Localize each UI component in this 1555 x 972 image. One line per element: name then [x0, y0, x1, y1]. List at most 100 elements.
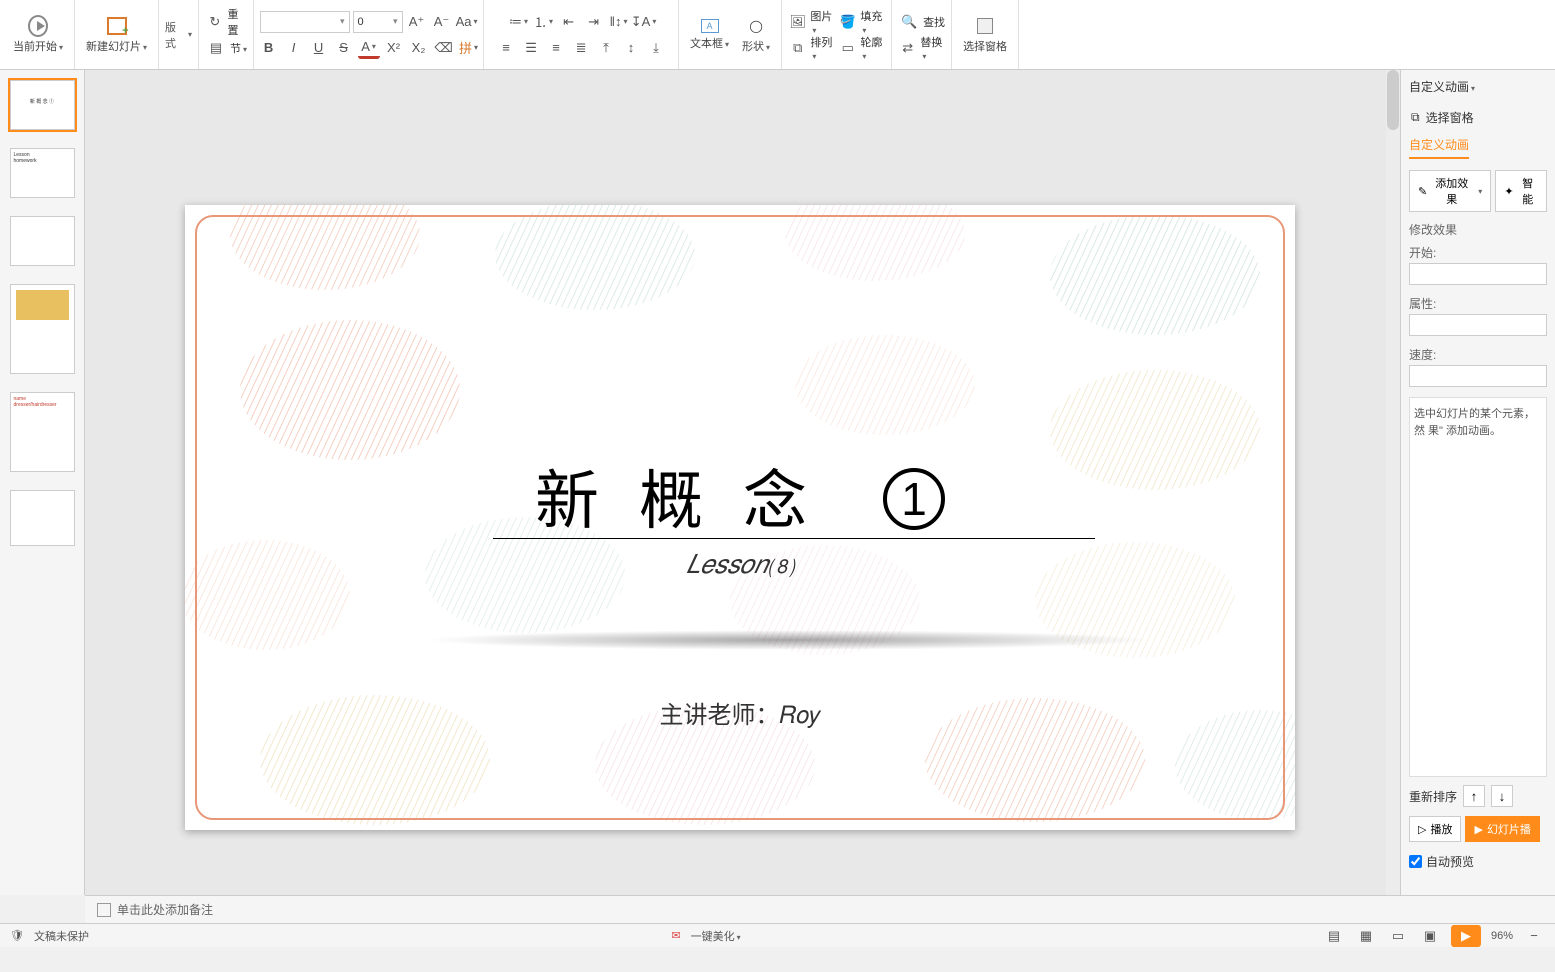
lesson-subtitle[interactable]: 𝐿𝑒𝑠𝑠𝑜𝑛⑻ [686, 550, 795, 581]
teacher-credit[interactable]: 主讲老师：𝑅𝑜𝑦 [659, 695, 820, 730]
phonetic-button[interactable]: 拼 [458, 37, 480, 59]
animation-hint-text: 选中幻灯片的某个元素，然 果" 添加动画。 [1409, 397, 1547, 777]
new-slide-button[interactable]: 新建幻灯片 [81, 13, 152, 57]
text-direction-button[interactable]: ↧A [633, 11, 655, 33]
notes-icon [97, 903, 111, 917]
shapes-button[interactable]: ◯ 形状 [737, 13, 775, 57]
play-icon: ▷ [1418, 823, 1426, 836]
reorder-label: 重新排序 [1409, 788, 1457, 805]
shapes-icon: ◯ [746, 16, 766, 36]
animation-speed-select[interactable] [1409, 365, 1547, 387]
clear-format-button[interactable]: ⌫ [433, 37, 455, 59]
slide-thumbnails-panel[interactable]: 新 概 念 ① Lessonhomework namedresser/haird… [0, 70, 85, 895]
slide-thumbnail[interactable] [10, 284, 75, 374]
slideshow-icon: ▶ [1474, 823, 1482, 836]
current-slide[interactable]: 新概念 1 𝐿𝑒𝑠𝑠𝑜𝑛⑻ 主讲老师：𝑅𝑜𝑦 [185, 205, 1295, 830]
font-size-combo[interactable]: 0 [353, 11, 403, 33]
move-up-button[interactable]: ↑ [1463, 785, 1485, 807]
status-bar: 🛡 文稿未保护 ✉ 一键美化 ▤ ▦ ▭ ▣ ▶ 96% − [0, 923, 1555, 947]
replace-icon: ⇄ [898, 37, 917, 59]
align-top-button[interactable]: ⤒ [595, 37, 617, 59]
selection-pane-link[interactable]: ⧉ 选择窗格 [1409, 103, 1547, 132]
align-center-button[interactable]: ☰ [520, 37, 542, 59]
arrange-button[interactable]: 排列 [810, 34, 835, 62]
beautify-button[interactable]: 一键美化 [691, 928, 741, 944]
notes-placeholder[interactable]: 单击此处添加备注 [117, 901, 213, 918]
wand-icon: ✎ [1418, 185, 1427, 198]
beautify-icon: ✉ [671, 929, 680, 942]
view-reading-button[interactable]: ▭ [1387, 925, 1409, 947]
bold-button[interactable]: B [258, 37, 280, 59]
fill-icon: 🪣 [838, 11, 857, 33]
strikethrough-button[interactable]: S [333, 37, 355, 59]
slide-thumbnail[interactable] [10, 216, 75, 266]
textbox-icon: A [701, 19, 719, 33]
ribbon-toolbar: 当前开始 新建幻灯片 版式 ↻重置 ▤节 0 A⁺ A⁻ Aa B I U S … [0, 0, 1555, 70]
line-spacing-button[interactable]: ‖↕ [608, 11, 630, 33]
animation-property-select[interactable] [1409, 314, 1547, 336]
change-case-button[interactable]: Aa [456, 11, 478, 33]
underline-button[interactable]: U [308, 37, 330, 59]
slide-title[interactable]: 新概念 1 [535, 450, 945, 542]
panel-title[interactable]: 自定义动画 [1409, 78, 1547, 95]
add-effect-button[interactable]: ✎添加效果 [1409, 170, 1491, 212]
scrollbar-thumb[interactable] [1387, 70, 1399, 130]
align-left-button[interactable]: ≡ [495, 37, 517, 59]
section-button[interactable]: 节 [230, 40, 247, 56]
selection-pane-button[interactable]: 选择窗格 [958, 13, 1012, 57]
slideshow-button[interactable]: ▶幻灯片播 [1465, 816, 1539, 842]
shape-outline-button[interactable]: 轮廓 [860, 34, 885, 62]
font-name-combo[interactable] [260, 11, 350, 33]
font-color-button[interactable]: A [358, 37, 380, 59]
speed-label: 速度: [1409, 346, 1547, 363]
zoom-level[interactable]: 96% [1491, 930, 1513, 942]
canvas-vertical-scrollbar[interactable] [1386, 70, 1400, 895]
property-label: 属性: [1409, 295, 1547, 312]
move-down-button[interactable]: ↓ [1491, 785, 1513, 807]
align-middle-button[interactable]: ↕ [620, 37, 642, 59]
insert-picture-button[interactable]: 图片 [810, 8, 835, 36]
slide-canvas-area[interactable]: 新概念 1 𝐿𝑒𝑠𝑠𝑜𝑛⑻ 主讲老师：𝑅𝑜𝑦 [85, 70, 1400, 895]
find-button[interactable]: 查找 [923, 14, 945, 30]
decrease-font-button[interactable]: A⁻ [431, 11, 453, 33]
decrease-indent-button[interactable]: ⇤ [558, 11, 580, 33]
italic-button[interactable]: I [283, 37, 305, 59]
view-normal-button[interactable]: ▤ [1323, 925, 1345, 947]
notes-pane[interactable]: 单击此处添加备注 [85, 895, 1555, 923]
zoom-out-button[interactable]: − [1523, 925, 1545, 947]
play-circle-icon [28, 16, 48, 36]
arrange-icon: ⧉ [788, 37, 807, 59]
superscript-button[interactable]: X² [383, 37, 405, 59]
slide-thumbnail[interactable]: Lessonhomework [10, 148, 75, 198]
replace-button[interactable]: 替换 [920, 34, 945, 62]
smart-animation-button[interactable]: ✦智能 [1495, 170, 1547, 212]
animation-start-select[interactable] [1409, 263, 1547, 285]
align-justify-button[interactable]: ≣ [570, 37, 592, 59]
shape-fill-button[interactable]: 填充 [860, 8, 885, 36]
slide-thumbnail[interactable]: namedresser/hairdresser [10, 392, 75, 472]
start-from-current-button[interactable]: 当前开始 [8, 13, 68, 57]
auto-preview-checkbox[interactable]: 自动预览 [1409, 853, 1547, 870]
view-sorter-button[interactable]: ▦ [1355, 925, 1377, 947]
bullets-button[interactable]: ≔ [508, 11, 530, 33]
start-label: 开始: [1409, 244, 1547, 261]
subscript-button[interactable]: X₂ [408, 37, 430, 59]
layout-button[interactable]: 版式 [165, 24, 192, 46]
view-notes-button[interactable]: ▣ [1419, 925, 1441, 947]
textbox-button[interactable]: A 文本框 [685, 16, 734, 54]
play-animation-button[interactable]: ▷播放 [1409, 816, 1461, 842]
document-protect-status[interactable]: 文稿未保护 [34, 928, 89, 944]
slide-thumbnail[interactable] [10, 490, 75, 546]
align-bottom-button[interactable]: ⤓ [645, 37, 667, 59]
slideshow-from-start-button[interactable]: ▶ [1451, 925, 1481, 947]
animation-panel: 自定义动画 ⧉ 选择窗格 自定义动画 ✎添加效果 ✦智能 修改效果 开始: 属性… [1400, 70, 1555, 895]
selection-pane-icon: ⧉ [1411, 110, 1420, 125]
slide-thumbnail[interactable]: 新 概 念 ① [10, 80, 75, 130]
custom-animation-tab[interactable]: 自定义动画 [1409, 132, 1469, 159]
numbering-button[interactable]: ⒈ [533, 11, 555, 33]
protect-icon: 🛡 [10, 929, 24, 942]
align-right-button[interactable]: ≡ [545, 37, 567, 59]
increase-font-button[interactable]: A⁺ [406, 11, 428, 33]
increase-indent-button[interactable]: ⇥ [583, 11, 605, 33]
reset-button[interactable]: 重置 [228, 6, 248, 38]
